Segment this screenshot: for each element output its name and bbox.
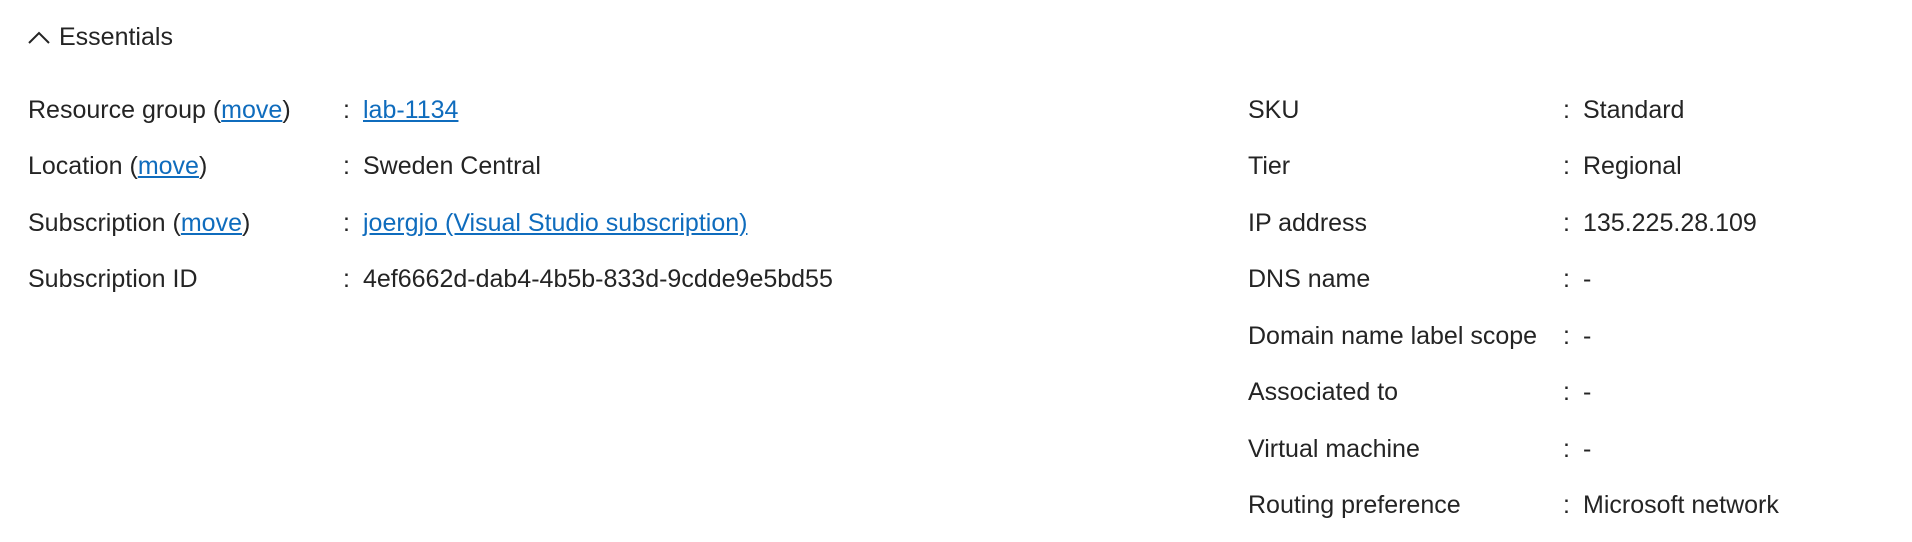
resource-group-move-link[interactable]: move (221, 96, 282, 124)
separator: : (1563, 208, 1570, 237)
separator: : (1563, 434, 1570, 463)
location-row: Location (move) : Sweden Central (28, 139, 833, 196)
ip-address-row: IP address : 135.225.28.109 (1248, 195, 1779, 252)
subscription-row: Subscription (move) : joergjo (Visual St… (28, 195, 833, 252)
virtual-machine-value: - (1583, 434, 1592, 463)
domain-name-label-scope-value: - (1583, 321, 1592, 350)
subscription-link[interactable]: joergjo (Visual Studio subscription) (363, 209, 747, 238)
tier-value: Regional (1583, 152, 1682, 181)
virtual-machine-row: Virtual machine : - (1248, 421, 1779, 478)
separator: : (1563, 491, 1570, 520)
subscription-id-label: Subscription ID (28, 265, 198, 294)
separator: : (1563, 152, 1570, 181)
routing-preference-row: Routing preference : Microsoft network (1248, 478, 1779, 535)
sku-row: SKU : Standard (1248, 82, 1779, 139)
tier-label: Tier (1248, 152, 1291, 181)
separator: : (1563, 265, 1570, 294)
virtual-machine-label: Virtual machine (1248, 434, 1420, 463)
separator: : (343, 208, 350, 237)
essentials-toggle[interactable]: Essentials (27, 18, 173, 56)
associated-to-value: - (1583, 378, 1592, 407)
subscription-label: Subscription (28, 208, 166, 237)
resource-group-link[interactable]: lab-1134 (363, 96, 458, 125)
associated-to-label: Associated to (1248, 378, 1399, 407)
resource-group-label: Resource group (28, 95, 206, 124)
ip-address-value: 135.225.28.109 (1583, 208, 1757, 237)
associated-to-row: Associated to : - (1248, 365, 1779, 422)
chevron-up-icon (27, 27, 53, 47)
resource-group-label-wrap: Resource group (move) (28, 95, 291, 124)
tier-row: Tier : Regional (1248, 139, 1779, 196)
sku-label: SKU (1248, 95, 1300, 124)
separator: : (1563, 95, 1570, 124)
routing-preference-label: Routing preference (1248, 491, 1461, 520)
location-label: Location (28, 152, 123, 181)
subscription-move-link[interactable]: move (181, 209, 242, 237)
location-move-link[interactable]: move (138, 152, 199, 180)
dns-name-label: DNS name (1248, 265, 1371, 294)
essentials-right-column: SKU : Standard Tier : Regional IP addres… (1248, 82, 1779, 534)
domain-name-label-scope-label: Domain name label scope (1248, 321, 1538, 350)
separator: : (343, 265, 350, 294)
domain-name-label-scope-row: Domain name label scope : - (1248, 308, 1779, 365)
resource-group-row: Resource group (move) : lab-1134 (28, 82, 833, 139)
location-value: Sweden Central (363, 152, 541, 181)
separator: : (343, 152, 350, 181)
subscription-id-row: Subscription ID : 4ef6662d-dab4-4b5b-833… (28, 252, 833, 309)
separator: : (343, 95, 350, 124)
location-label-wrap: Location (move) (28, 152, 208, 181)
subscription-label-wrap: Subscription (move) (28, 208, 251, 237)
ip-address-label: IP address (1248, 208, 1368, 237)
dns-name-row: DNS name : - (1248, 252, 1779, 309)
essentials-title: Essentials (59, 22, 173, 51)
dns-name-value: - (1583, 265, 1592, 294)
separator: : (1563, 321, 1570, 350)
essentials-left-column: Resource group (move) : lab-1134 Locatio… (28, 82, 833, 308)
separator: : (1563, 378, 1570, 407)
sku-value: Standard (1583, 95, 1685, 124)
subscription-id-value: 4ef6662d-dab4-4b5b-833d-9cdde9e5bd55 (363, 265, 833, 294)
routing-preference-value: Microsoft network (1583, 491, 1779, 520)
